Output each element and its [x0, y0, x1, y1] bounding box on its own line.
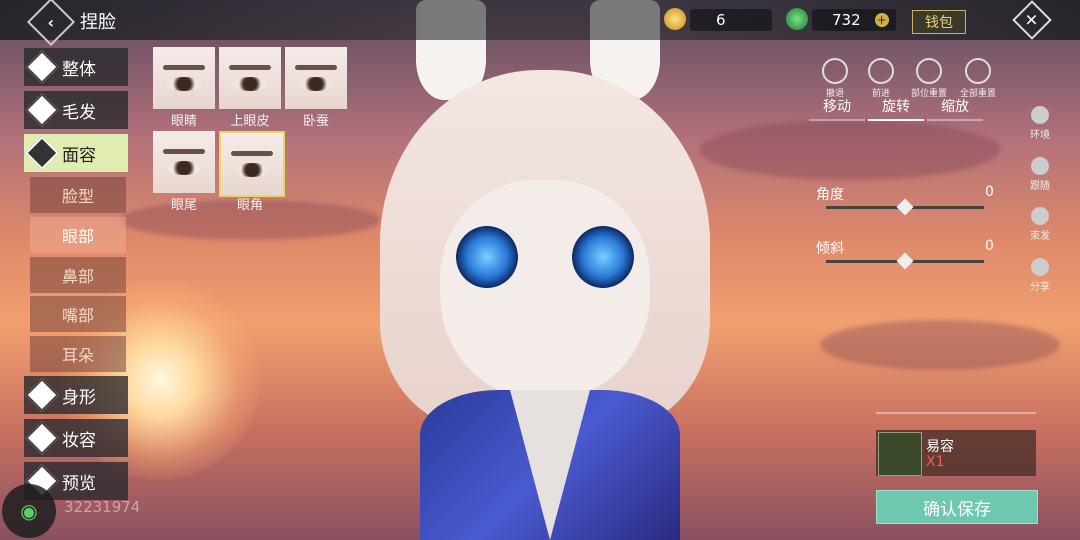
- confirm-save-button[interactable]: 确认保存: [876, 490, 1038, 524]
- category-label: 整体: [62, 59, 96, 80]
- item-name: 易容: [926, 439, 954, 455]
- page-title: 捏脸: [80, 12, 116, 33]
- reset-part-icon: [916, 58, 942, 84]
- sub-mouth[interactable]: 嘴部: [30, 296, 126, 332]
- category-overall[interactable]: 整体: [24, 48, 128, 86]
- eye: [167, 161, 201, 175]
- side-label: 跟随: [1030, 181, 1050, 192]
- resource-2-value: 732: [832, 11, 861, 29]
- eye: [167, 77, 201, 91]
- face: [440, 180, 650, 400]
- tab-move[interactable]: 移动: [809, 96, 865, 121]
- thumb-eye-bags[interactable]: [285, 47, 347, 109]
- reset-part-button[interactable]: 部位重置: [909, 58, 949, 99]
- category-label: 面容: [62, 145, 96, 166]
- thumb-label: 眼尾: [170, 198, 197, 213]
- slider-knob[interactable]: [896, 198, 914, 216]
- tab-scale[interactable]: 缩放: [927, 96, 983, 121]
- tie-hair-button[interactable]: 束发: [1024, 207, 1056, 242]
- category-label: 妆容: [62, 430, 96, 451]
- thumb-upper-eyelid[interactable]: [219, 47, 281, 109]
- overall-icon: [25, 50, 59, 84]
- slider-tilt[interactable]: [826, 252, 984, 270]
- brow: [229, 65, 271, 70]
- eye: [299, 77, 333, 91]
- cost-item: 易容 X1: [876, 430, 1036, 476]
- category-label: 毛发: [62, 102, 96, 123]
- sub-ears[interactable]: 耳朵: [30, 336, 126, 372]
- hair-icon: [25, 93, 59, 127]
- share-icon: [1031, 258, 1049, 276]
- thumb-eye-corner[interactable]: [219, 131, 285, 197]
- gold-coin-icon: [664, 8, 686, 30]
- redo-button[interactable]: 前进: [861, 58, 901, 99]
- plus-icon[interactable]: +: [874, 13, 889, 27]
- brow: [231, 151, 273, 156]
- category-hair[interactable]: 毛发: [24, 91, 128, 129]
- eye: [233, 77, 267, 91]
- face-icon: [25, 136, 59, 170]
- divider: [876, 412, 1036, 414]
- right-eye: [572, 226, 634, 288]
- sub-eyes[interactable]: 眼部: [30, 217, 126, 253]
- environment-button[interactable]: 环境: [1024, 106, 1056, 141]
- side-label: 束发: [1030, 231, 1050, 242]
- side-label: 环境: [1030, 130, 1050, 141]
- user-id: 32231974: [64, 498, 141, 516]
- redo-icon: [868, 58, 894, 84]
- slider-tilt-value: 0: [985, 238, 994, 254]
- slider-tilt-label: 倾斜: [816, 241, 844, 257]
- category-makeup[interactable]: 妆容: [24, 419, 128, 457]
- reset-all-button[interactable]: 全部重置: [958, 58, 998, 99]
- wifi-icon[interactable]: ◉: [2, 484, 56, 538]
- share-button[interactable]: 分享: [1024, 258, 1056, 293]
- close-icon: ✕: [1025, 10, 1039, 30]
- category-label: 身形: [62, 387, 96, 408]
- jade-coin-icon: [786, 8, 808, 30]
- eye: [235, 163, 269, 177]
- undo-icon: [822, 58, 848, 84]
- thumb-label: 上眼皮: [230, 114, 270, 129]
- left-eye: [456, 226, 518, 288]
- slider-angle-value: 0: [985, 184, 994, 200]
- thumb-label: 眼角: [236, 198, 263, 213]
- slider-knob[interactable]: [896, 252, 914, 270]
- thumb-eyes[interactable]: [153, 47, 215, 109]
- makeup-icon: [25, 421, 59, 455]
- sub-face-shape[interactable]: 脸型: [30, 177, 126, 213]
- slider-angle[interactable]: [826, 198, 984, 216]
- item-count: X1: [926, 454, 945, 470]
- character-model[interactable]: [360, 0, 730, 540]
- thumb-label: 眼睛: [170, 114, 197, 129]
- resource-1: 6: [690, 9, 772, 31]
- camera-icon: [1031, 157, 1049, 175]
- category-label: 预览: [62, 473, 96, 494]
- tab-rotate[interactable]: 旋转: [868, 96, 924, 121]
- brow: [163, 65, 205, 70]
- follow-button[interactable]: 跟随: [1024, 157, 1056, 192]
- category-face[interactable]: 面容: [24, 134, 128, 172]
- chevron-left-icon: ‹: [47, 12, 55, 32]
- environment-icon: [1031, 106, 1049, 124]
- thumb-label: 卧蚕: [302, 114, 329, 129]
- undo-button[interactable]: 撤退: [815, 58, 855, 99]
- reset-all-icon: [965, 58, 991, 84]
- slider-angle-label: 角度: [816, 187, 844, 203]
- resource-2: 732 +: [812, 9, 896, 31]
- brow: [295, 65, 337, 70]
- cloud: [700, 120, 1000, 180]
- brow: [163, 149, 205, 154]
- item-icon: [878, 432, 922, 476]
- resource-1-value: 6: [716, 11, 726, 29]
- thumb-eye-tail[interactable]: [153, 131, 215, 193]
- wallet-button[interactable]: 钱包: [912, 10, 966, 34]
- side-label: 分享: [1030, 282, 1050, 293]
- hair-tie-icon: [1031, 207, 1049, 225]
- cloud: [820, 320, 1060, 370]
- body-icon: [25, 378, 59, 412]
- category-body[interactable]: 身形: [24, 376, 128, 414]
- sub-nose[interactable]: 鼻部: [30, 257, 126, 293]
